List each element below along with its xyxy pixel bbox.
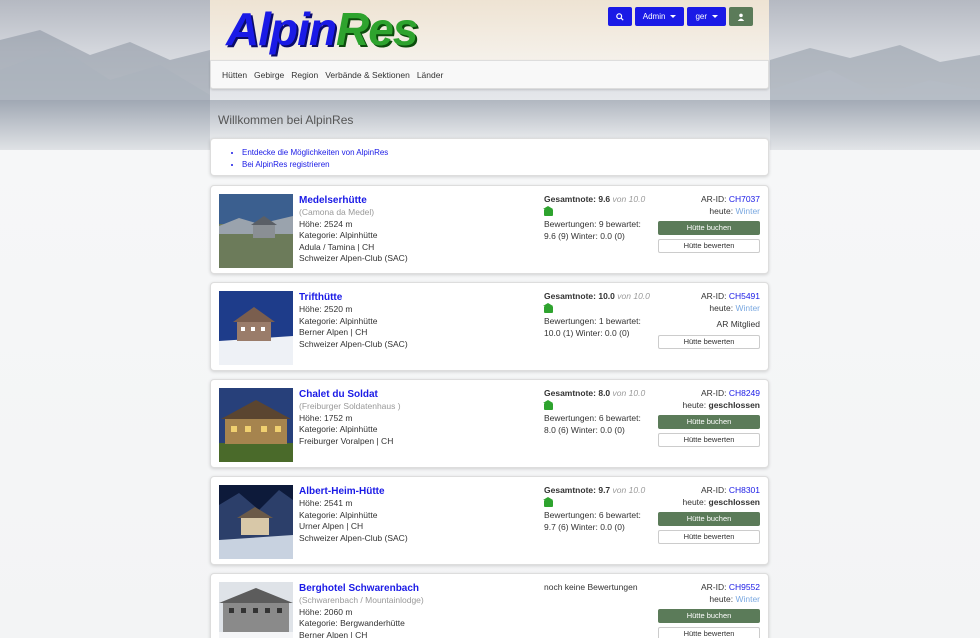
nav-item-verbaende[interactable]: Verbände & Sektionen bbox=[325, 70, 410, 80]
hut-club: Schweizer Alpen-Club (SAC) bbox=[299, 532, 408, 543]
hut-icon bbox=[543, 496, 553, 507]
hut-region: Urner Alpen | CH bbox=[299, 521, 364, 532]
hut-icon bbox=[543, 205, 553, 216]
hut-photo[interactable] bbox=[219, 582, 293, 638]
today-status: heute: Winter bbox=[709, 593, 760, 604]
review-detail: 8.0 (6) Winter: 0.0 (0) bbox=[544, 424, 625, 435]
hut-height: Höhe: 2520 m bbox=[299, 304, 353, 314]
hut-category: Kategorie: Alpinhütte bbox=[299, 315, 378, 326]
hut-club: Schweizer Alpen-Club (SAC) bbox=[299, 253, 408, 264]
hut-category: Kategorie: Alpinhütte bbox=[299, 424, 378, 435]
today-status: heute: Winter bbox=[709, 205, 760, 216]
hut-card: Berghotel Schwarenbach (Schwarenbach / M… bbox=[210, 573, 769, 638]
nav-item-region[interactable]: Region bbox=[291, 70, 318, 80]
hut-height: Höhe: 2060 m bbox=[299, 606, 353, 617]
user-button[interactable] bbox=[729, 7, 753, 26]
hut-region: Berner Alpen | CH bbox=[299, 327, 368, 338]
nav-item-huetten[interactable]: Hütten bbox=[222, 70, 247, 80]
hut-photo[interactable] bbox=[219, 388, 293, 462]
hut-name[interactable]: Chalet du Soldat bbox=[299, 388, 401, 401]
search-button[interactable] bbox=[607, 7, 632, 26]
rate-hut-button[interactable]: Hütte bewerten bbox=[658, 239, 760, 254]
page-title: Willkommen bei AlpinRes bbox=[218, 113, 354, 127]
review-detail: 9.7 (6) Winter: 0.0 (0) bbox=[544, 521, 625, 532]
hut-icon bbox=[543, 399, 553, 410]
today-status: heute: geschlossen bbox=[682, 496, 760, 507]
book-hut-button[interactable]: Hütte buchen bbox=[658, 221, 760, 236]
ar-id: AR-ID: CH8301 bbox=[700, 485, 760, 495]
user-icon bbox=[737, 13, 745, 21]
total-score: Gesamtnote: 9.6 von 10.0 bbox=[544, 194, 646, 204]
rate-hut-button[interactable]: Hütte bewerten bbox=[658, 433, 760, 448]
nav-item-laender[interactable]: Länder bbox=[417, 70, 443, 80]
alpinres-logo[interactable]: AlpinRes bbox=[226, 4, 418, 54]
member-label: AR Mitglied bbox=[716, 319, 760, 330]
hut-card: Chalet du Soldat (Freiburger Soldatenhau… bbox=[210, 379, 769, 468]
review-detail: 10.0 (1) Winter: 0.0 (0) bbox=[544, 327, 630, 338]
hut-height: Höhe: 2524 m bbox=[299, 218, 353, 229]
hut-photo[interactable] bbox=[219, 291, 293, 365]
hut-category: Kategorie: Bergwanderhütte bbox=[299, 618, 405, 629]
today-status: heute: geschlossen bbox=[682, 399, 760, 410]
hut-region: Berner Alpen | CH bbox=[299, 629, 368, 638]
hut-name[interactable]: Medelserhütte bbox=[299, 194, 408, 207]
review-count: Bewertungen: 6 bewartet: bbox=[544, 510, 641, 521]
ar-id: AR-ID: CH8249 bbox=[700, 388, 760, 398]
ar-id: AR-ID: CH7037 bbox=[700, 194, 760, 204]
review-count: Bewertungen: 1 bewartet: bbox=[544, 316, 641, 327]
review-count: Bewertungen: 9 bewartet: bbox=[544, 219, 641, 230]
rate-hut-button[interactable]: Hütte bewerten bbox=[658, 530, 760, 545]
caret-down-icon bbox=[712, 15, 718, 18]
today-status: heute: Winter bbox=[709, 302, 760, 313]
hut-region: Adula / Tamina | CH bbox=[299, 241, 375, 252]
discover-link[interactable]: Entdecke die Möglichkeiten von AlpinRes bbox=[242, 147, 768, 159]
ar-id: AR-ID: CH5491 bbox=[700, 291, 760, 301]
language-dropdown[interactable]: ger bbox=[687, 7, 726, 26]
search-icon bbox=[615, 12, 624, 21]
hut-region: Freiburger Voralpen | CH bbox=[299, 435, 394, 446]
hut-card: Trifthütte Höhe: 2520 m Kategorie: Alpin… bbox=[210, 282, 769, 371]
book-hut-button[interactable]: Hütte buchen bbox=[658, 415, 760, 430]
hut-club: Schweizer Alpen-Club (SAC) bbox=[299, 338, 408, 349]
main-nav: Hütten Gebirge Region Verbände & Sektion… bbox=[210, 60, 769, 89]
hut-name[interactable]: Albert-Heim-Hütte bbox=[299, 485, 408, 498]
hut-photo[interactable] bbox=[219, 194, 293, 268]
hut-height: Höhe: 2541 m bbox=[299, 498, 353, 508]
total-score: Gesamtnote: 10.0 von 10.0 bbox=[544, 291, 650, 301]
review-count: Bewertungen: 6 bewartet: bbox=[544, 413, 641, 424]
total-score: Gesamtnote: 8.0 von 10.0 bbox=[544, 388, 646, 398]
hut-category: Kategorie: Alpinhütte bbox=[299, 230, 378, 241]
book-hut-button[interactable]: Hütte buchen bbox=[658, 609, 760, 624]
hut-name[interactable]: Trifthütte bbox=[299, 291, 408, 304]
header: AlpinRes Admin ger bbox=[210, 0, 769, 60]
rate-hut-button[interactable]: Hütte bewerten bbox=[658, 627, 760, 638]
hut-alt-name: (Schwarenbach / Mountainlodge) bbox=[299, 595, 424, 605]
no-reviews: noch keine Bewertungen bbox=[544, 582, 638, 592]
nav-item-gebirge[interactable]: Gebirge bbox=[254, 70, 284, 80]
hut-alt-name: (Camona da Medel) bbox=[299, 207, 375, 217]
intro-links-panel: Entdecke die Möglichkeiten von AlpinRes … bbox=[210, 138, 769, 176]
book-hut-button[interactable]: Hütte buchen bbox=[658, 512, 760, 527]
review-detail: 9.6 (9) Winter: 0.0 (0) bbox=[544, 230, 625, 241]
hut-photo[interactable] bbox=[219, 485, 293, 559]
caret-down-icon bbox=[670, 15, 677, 18]
ar-id: AR-ID: CH9552 bbox=[700, 582, 760, 592]
hut-card: Medelserhütte (Camona da Medel) Höhe: 25… bbox=[210, 185, 769, 274]
register-link[interactable]: Bei AlpinRes registrieren bbox=[242, 159, 768, 171]
total-score: Gesamtnote: 9.7 von 10.0 bbox=[544, 485, 646, 495]
rate-hut-button[interactable]: Hütte bewerten bbox=[658, 334, 760, 349]
admin-dropdown[interactable]: Admin bbox=[634, 7, 685, 26]
hut-name[interactable]: Berghotel Schwarenbach bbox=[299, 582, 424, 595]
hut-card: Albert-Heim-Hütte Höhe: 2541 m Kategorie… bbox=[210, 476, 769, 565]
hut-alt-name: (Freiburger Soldatenhaus ) bbox=[299, 401, 401, 411]
hut-height: Höhe: 1752 m bbox=[299, 412, 353, 423]
hut-category: Kategorie: Alpinhütte bbox=[299, 509, 378, 520]
hut-icon bbox=[543, 302, 553, 313]
